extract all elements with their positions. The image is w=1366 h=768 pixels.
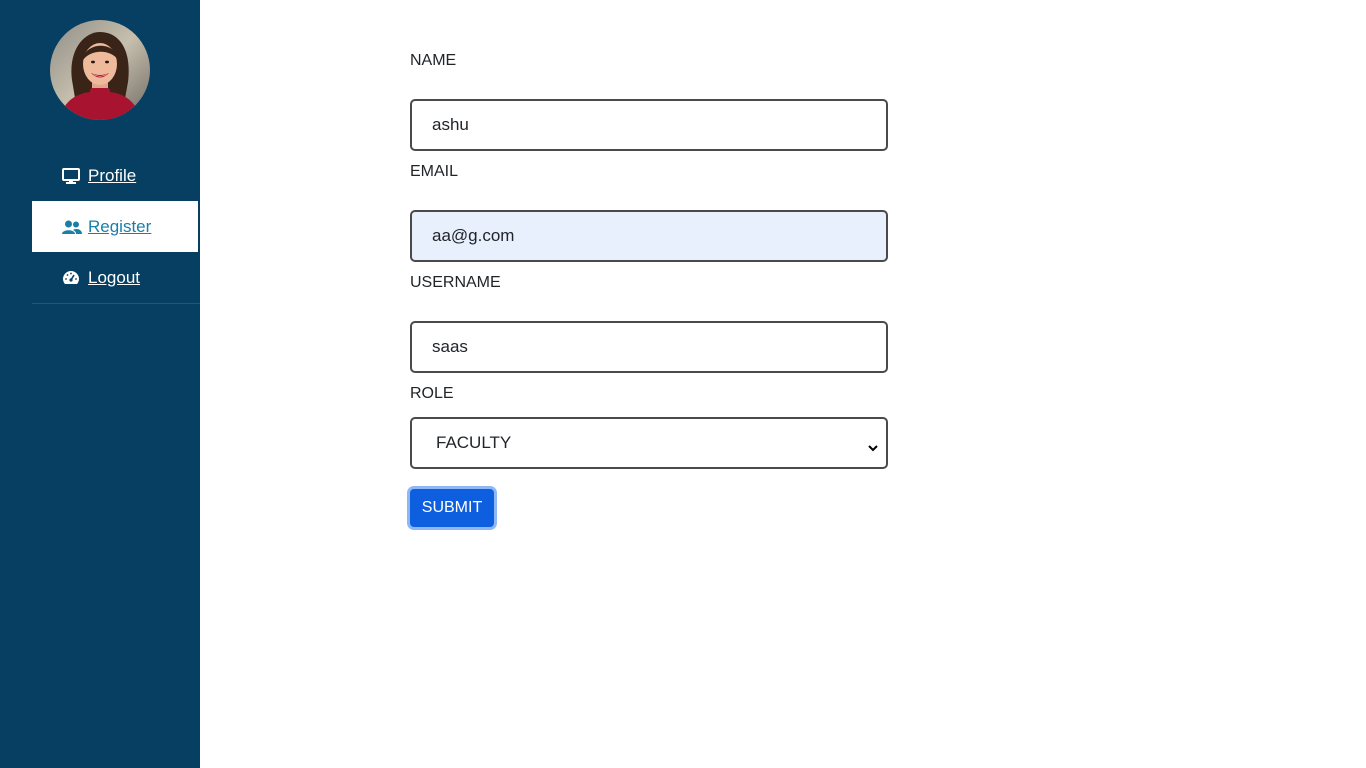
name-value: ashu xyxy=(432,115,469,134)
sidebar-item-label: Register xyxy=(88,216,152,236)
submit-button[interactable]: SUBMIT xyxy=(410,489,494,527)
username-field[interactable]: saas xyxy=(410,321,888,373)
email-label: EMAIL xyxy=(410,163,459,180)
email-value: aa@g.com xyxy=(432,226,515,245)
nav-divider xyxy=(32,303,200,304)
app-root: Profile Register Logout NAME ashu EMAIL … xyxy=(0,0,1366,768)
sidebar-item-label: Logout xyxy=(88,267,140,287)
avatar-image xyxy=(50,20,150,120)
role-select[interactable]: FACULTY xyxy=(410,417,888,469)
sidebar-nav: Profile Register Logout xyxy=(32,150,200,304)
sidebar-item-register[interactable]: Register xyxy=(32,201,198,252)
role-selected-value: FACULTY xyxy=(436,433,512,452)
sidebar: Profile Register Logout xyxy=(0,0,200,768)
name-field[interactable]: ashu xyxy=(410,99,888,151)
username-value: saas xyxy=(432,337,468,356)
monitor-icon xyxy=(62,167,80,185)
username-label: USERNAME xyxy=(410,274,501,291)
dashboard-gauge-icon xyxy=(62,269,80,287)
users-icon xyxy=(62,218,82,236)
sidebar-item-profile[interactable]: Profile xyxy=(32,150,200,201)
sidebar-item-logout[interactable]: Logout xyxy=(32,252,200,303)
email-field[interactable]: aa@g.com xyxy=(410,210,888,262)
chevron-down-icon xyxy=(868,438,878,452)
role-label: ROLE xyxy=(410,385,454,402)
avatar xyxy=(50,20,150,120)
sidebar-item-label: Profile xyxy=(88,165,137,185)
name-label: NAME xyxy=(410,52,457,69)
